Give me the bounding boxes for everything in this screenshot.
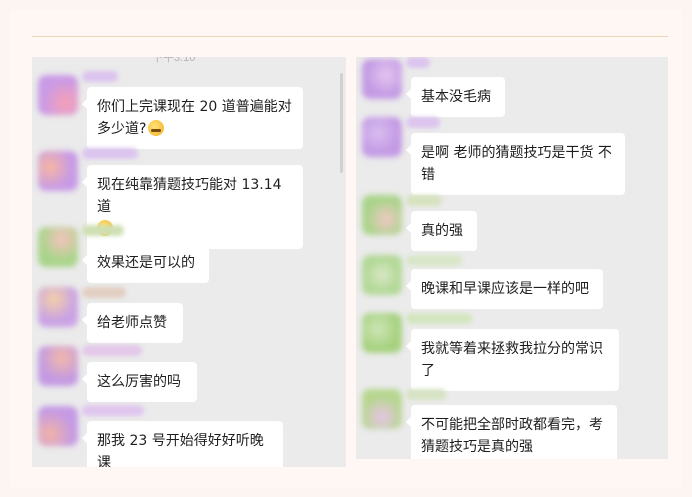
avatar[interactable] — [362, 389, 402, 429]
message-text: 你们上完课现在 20 道普遍能对 — [97, 99, 292, 115]
message-bubble[interactable]: 你们上完课现在 20 道普遍能对 多少道? — [82, 87, 303, 149]
avatar[interactable] — [362, 195, 402, 235]
nickname-blurred — [82, 405, 144, 416]
avatar[interactable] — [362, 255, 402, 295]
message-text: 那我 23 号开始得好好听晚课 — [97, 433, 264, 467]
message-bubble[interactable]: 真的强 — [406, 211, 477, 251]
message-text: 了 — [421, 363, 435, 379]
nickname-blurred — [82, 148, 138, 159]
timestamp: 下午3:10 — [152, 57, 196, 64]
nickname-blurred — [82, 225, 124, 236]
message-text: 基本没毛病 — [421, 89, 491, 105]
message-text: 不可能把全部时政都看完，考 — [421, 417, 603, 433]
message-bubble[interactable]: 这么厉害的吗 — [82, 362, 197, 402]
nickname-blurred — [406, 255, 462, 266]
message-bubble[interactable]: 给老师点赞 — [82, 303, 183, 343]
message-bubble[interactable]: 基本没毛病 — [406, 77, 505, 117]
message-bubble[interactable]: 效果还是可以的 — [82, 243, 209, 283]
message-bubble[interactable]: 那我 23 号开始得好好听晚课 — [82, 421, 283, 467]
message-text: 现在纯靠猜题技巧能对 13.14 道 — [97, 177, 282, 215]
nickname-blurred — [82, 287, 126, 298]
message-text: 真的强 — [421, 223, 463, 239]
nickname-blurred — [406, 195, 442, 206]
message-text: 给老师点赞 — [97, 315, 167, 331]
message-bubble[interactable]: 现在纯靠猜题技巧能对 13.14 道 — [82, 165, 303, 249]
chat-panel-right[interactable]: 基本没毛病 是啊 老师的猜题技巧是干货 不 错 真的强 晚课和早课应该是一样的吧… — [356, 57, 668, 459]
divider-line — [32, 36, 668, 37]
avatar[interactable] — [362, 313, 402, 353]
nickname-blurred — [82, 71, 118, 82]
avatar[interactable] — [38, 346, 78, 386]
message-text: 多少道? — [97, 121, 147, 137]
avatar[interactable] — [38, 227, 78, 267]
grimace-emoji-icon — [148, 120, 165, 136]
message-text: 这么厉害的吗 — [97, 374, 181, 390]
message-text: 是啊 老师的猜题技巧是干货 不 — [421, 145, 612, 161]
nickname-blurred — [82, 345, 142, 356]
avatar[interactable] — [38, 151, 78, 191]
nickname-blurred — [406, 389, 446, 400]
avatar[interactable] — [362, 59, 402, 99]
avatar[interactable] — [38, 287, 78, 327]
chat-panel-left[interactable]: 下午3:10 你们上完课现在 20 道普遍能对 多少道? 现在纯靠猜题技巧能对 … — [32, 57, 346, 467]
message-text: 晚课和早课应该是一样的吧 — [421, 281, 589, 297]
avatar[interactable] — [38, 406, 78, 446]
message-text: 我就等着来拯救我拉分的常识 — [421, 341, 603, 357]
avatar[interactable] — [362, 117, 402, 157]
message-bubble[interactable]: 不可能把全部时政都看完，考 猜题技巧是真的强 — [406, 405, 617, 459]
scrollbar[interactable] — [340, 73, 343, 173]
nickname-blurred — [406, 117, 440, 128]
nickname-blurred — [406, 313, 472, 324]
nickname-blurred — [406, 57, 430, 68]
message-bubble[interactable]: 是啊 老师的猜题技巧是干货 不 错 — [406, 133, 625, 195]
message-text: 错 — [421, 167, 435, 183]
message-text: 猜题技巧是真的强 — [421, 439, 533, 455]
message-bubble[interactable]: 我就等着来拯救我拉分的常识 了 — [406, 329, 619, 391]
message-text: 效果还是可以的 — [97, 255, 195, 271]
message-bubble[interactable]: 晚课和早课应该是一样的吧 — [406, 269, 603, 309]
avatar[interactable] — [38, 75, 78, 115]
